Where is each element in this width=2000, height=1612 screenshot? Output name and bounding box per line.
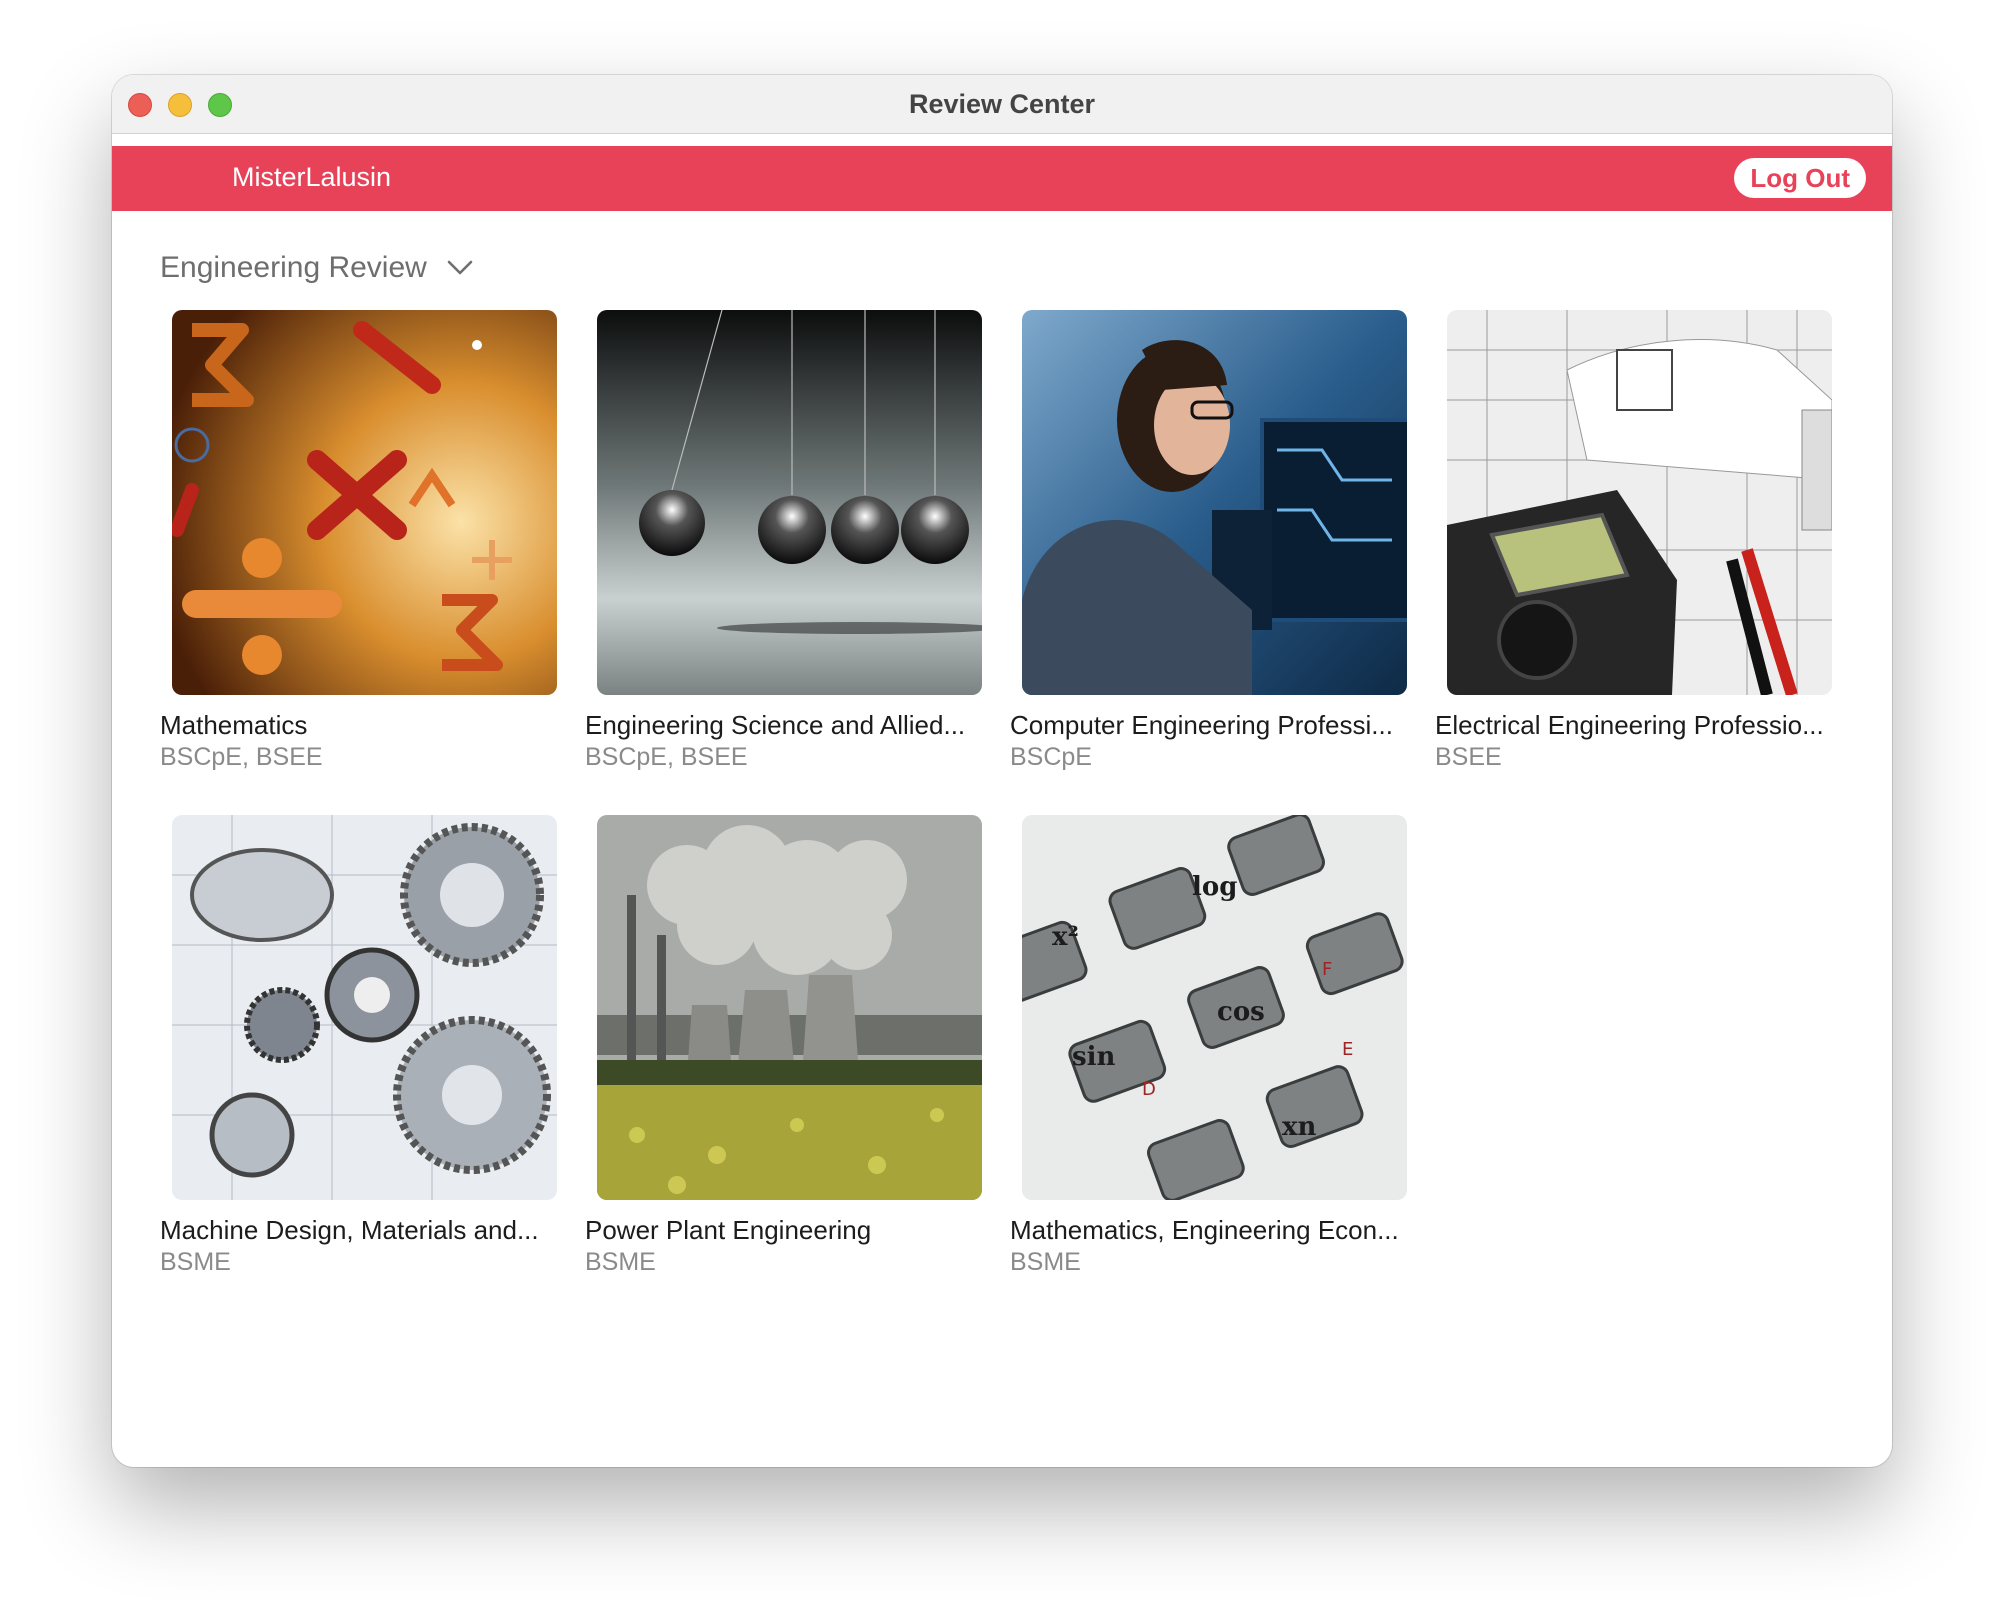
calculator-keys-image: x² log sin cos xn D E F bbox=[1022, 815, 1407, 1200]
course-title: Power Plant Engineering bbox=[585, 1215, 872, 1245]
course-title: Electrical Engineering Professio... bbox=[1435, 710, 1824, 740]
gears-blueprint-image bbox=[172, 815, 557, 1200]
course-programs: BSME bbox=[1010, 1248, 1081, 1276]
course-programs: BSEE bbox=[1435, 743, 1502, 771]
category-dropdown[interactable]: Engineering Review bbox=[160, 251, 473, 285]
svg-text:xn: xn bbox=[1282, 1112, 1317, 1142]
svg-text:E: E bbox=[1342, 1039, 1353, 1060]
svg-text:F: F bbox=[1322, 959, 1332, 980]
course-programs: BSCpE bbox=[1010, 743, 1092, 771]
course-programs: BSCpE, BSEE bbox=[160, 743, 323, 771]
svg-text:D: D bbox=[1142, 1079, 1156, 1100]
course-title: Machine Design, Materials and... bbox=[160, 1215, 539, 1245]
course-title: Mathematics bbox=[160, 710, 308, 740]
svg-text:cos: cos bbox=[1217, 997, 1265, 1027]
course-title: Mathematics, Engineering Econ... bbox=[1010, 1215, 1399, 1245]
engineer-at-computer-image bbox=[1022, 310, 1407, 695]
course-title: Engineering Science and Allied... bbox=[585, 710, 966, 740]
course-programs: BSME bbox=[585, 1248, 656, 1276]
power-plant-image bbox=[597, 815, 982, 1200]
course-title: Computer Engineering Professi... bbox=[1010, 710, 1393, 740]
chevron-down-icon bbox=[447, 260, 473, 275]
title-bar: Review Center bbox=[112, 75, 1892, 134]
svg-text:sin: sin bbox=[1072, 1042, 1116, 1072]
course-programs: BSME bbox=[160, 1248, 231, 1276]
svg-text:log: log bbox=[1192, 872, 1237, 902]
app-window: Review Center MisterLalusin Log Out Engi… bbox=[112, 75, 1892, 1467]
course-programs: BSCpE, BSEE bbox=[585, 743, 748, 771]
newtons-cradle-image bbox=[597, 310, 982, 695]
svg-text:x²: x² bbox=[1052, 922, 1079, 952]
category-label: Engineering Review bbox=[160, 251, 427, 284]
window-title: Review Center bbox=[908, 89, 1096, 119]
math-symbols-image bbox=[172, 310, 557, 695]
logout-button[interactable]: Log Out bbox=[1734, 158, 1866, 198]
header-bar: MisterLalusin Log Out bbox=[112, 146, 1892, 211]
username-label: MisterLalusin bbox=[232, 162, 392, 192]
multimeter-blueprint-image bbox=[1447, 310, 1832, 695]
